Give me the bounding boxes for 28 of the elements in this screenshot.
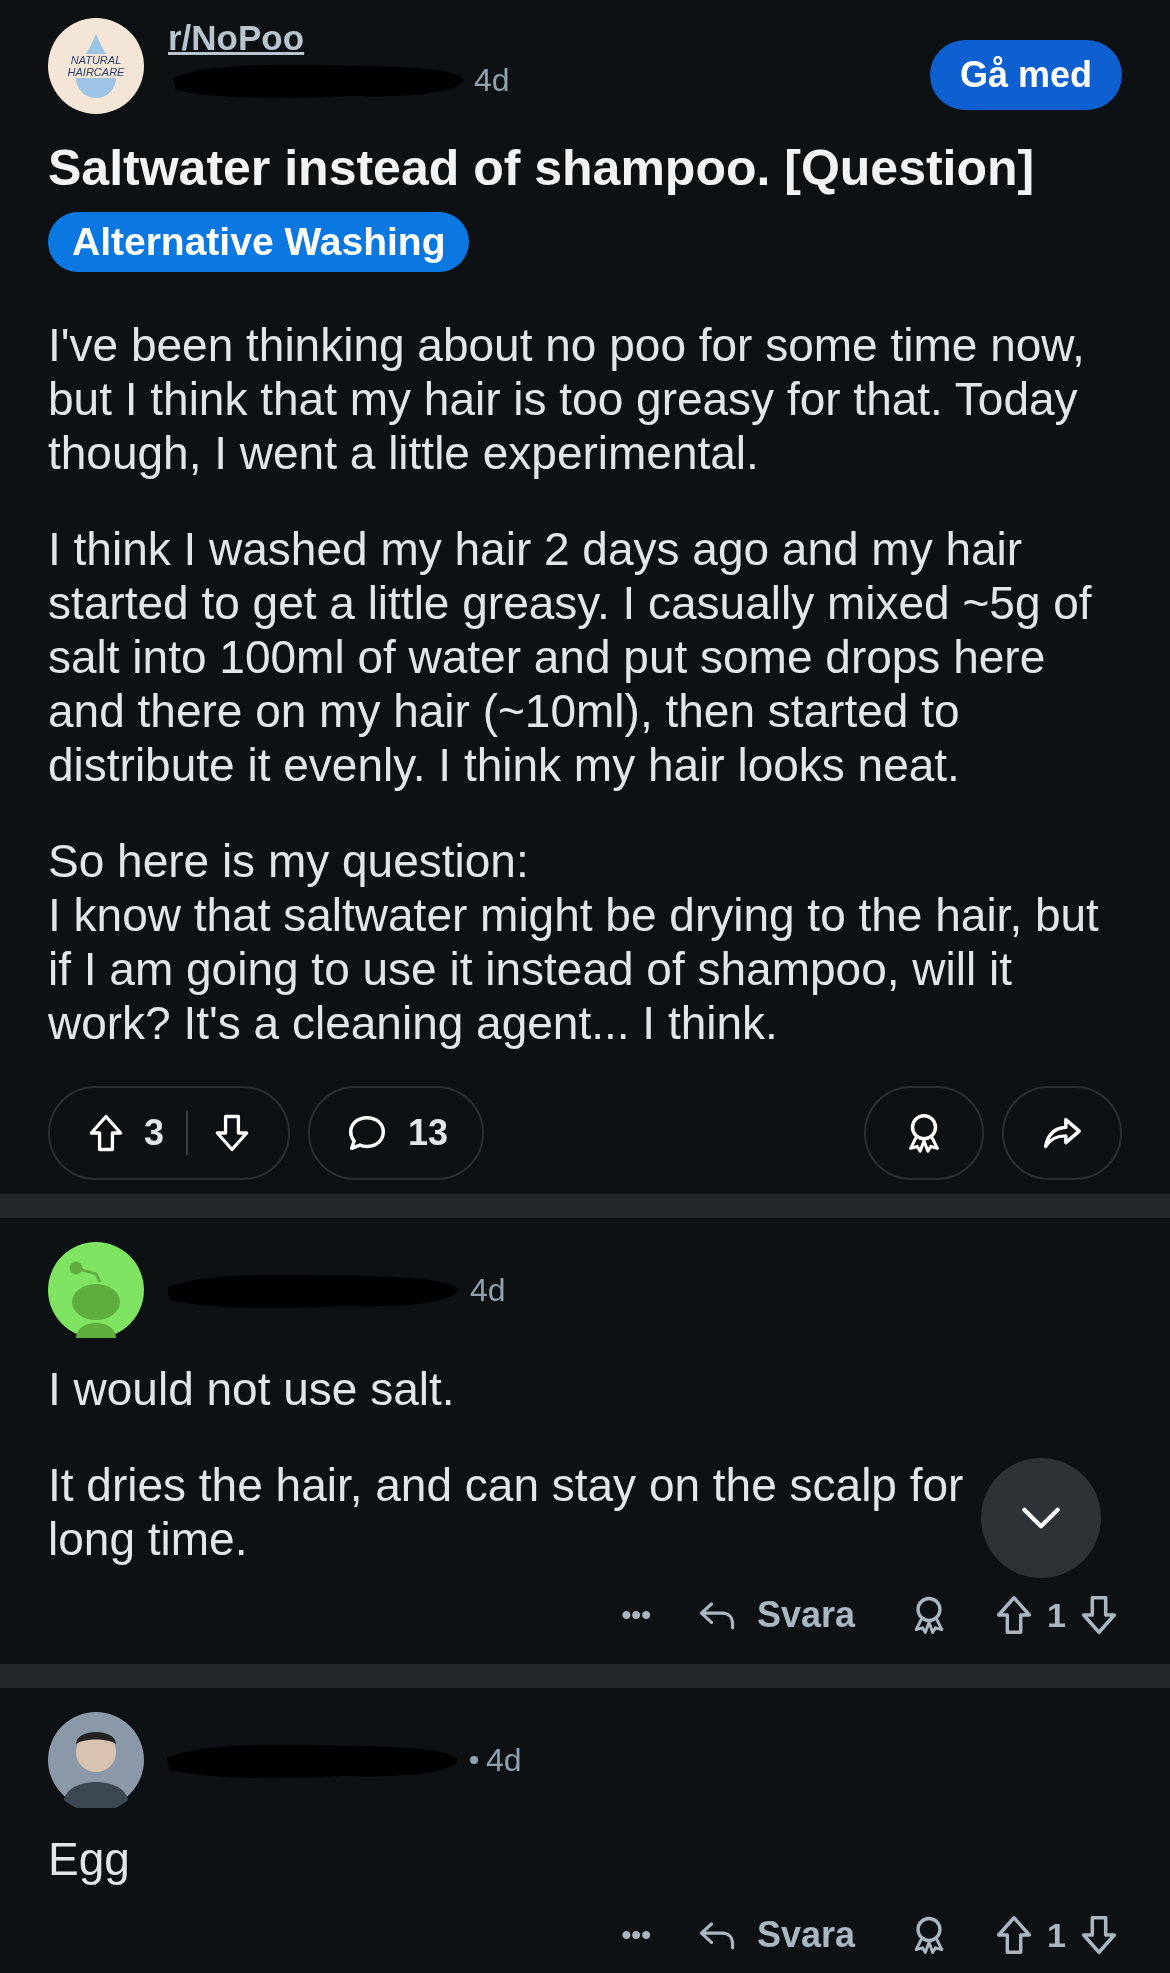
post-time: 4d (474, 61, 510, 100)
post-text: I've been thinking about no poo for some time now, but I think that my hair is too greasy for that. Today though, I went a little experimental. (48, 318, 1086, 480)
post-text: I think I washed my hair 2 days ago and my hair started to get a little greasy. I casually mixed ~5g of salt into 100ml of water and put some drops here and there on my hair (~10ml), then started to distribute it evenly. I think my hair looks neat. (48, 522, 1093, 792)
comment-text: long time. (48, 1512, 248, 1566)
vote-count: 1 (1047, 1914, 1066, 1956)
comment-text: It dries the hair, and can stay on the scalp for (48, 1458, 964, 1512)
share-button[interactable] (1002, 1086, 1122, 1180)
vote-count: 3 (144, 1111, 165, 1155)
more-options-button[interactable]: ••• (621, 1914, 651, 1956)
comment-text: Egg (48, 1832, 130, 1886)
post-text: So here is my question: (48, 834, 530, 888)
avatar-icon (48, 1242, 144, 1338)
award-button[interactable] (864, 1086, 984, 1180)
join-button[interactable]: Gå med (929, 40, 1122, 110)
flair-tag[interactable]: Alternative Washing (48, 212, 470, 272)
reply-button[interactable]: Svara (695, 1908, 856, 1962)
post-title: Saltwater instead of shampoo. [Question] (47, 139, 1036, 198)
comment-text: I would not use salt. (48, 1362, 455, 1416)
avatar-icon (48, 1712, 144, 1808)
more-options-button[interactable]: ••• (621, 1594, 651, 1636)
comments-button[interactable]: 13 (308, 1086, 485, 1180)
comment-time: 4d (470, 1271, 506, 1310)
reply-button[interactable]: Svara (695, 1588, 856, 1642)
vote-count: 1 (1047, 1594, 1066, 1636)
subreddit-link[interactable]: r/NoPoo (168, 18, 510, 58)
subreddit-logo[interactable]: NATURAL HAIRCARE (48, 18, 144, 114)
post-text: I know that saltwater might be drying to the hair, but if I am going to use it instead of shampoo, will it work? It's a cleaning agent... I think. (48, 888, 1100, 1050)
comment-time: 4d (486, 1741, 522, 1780)
